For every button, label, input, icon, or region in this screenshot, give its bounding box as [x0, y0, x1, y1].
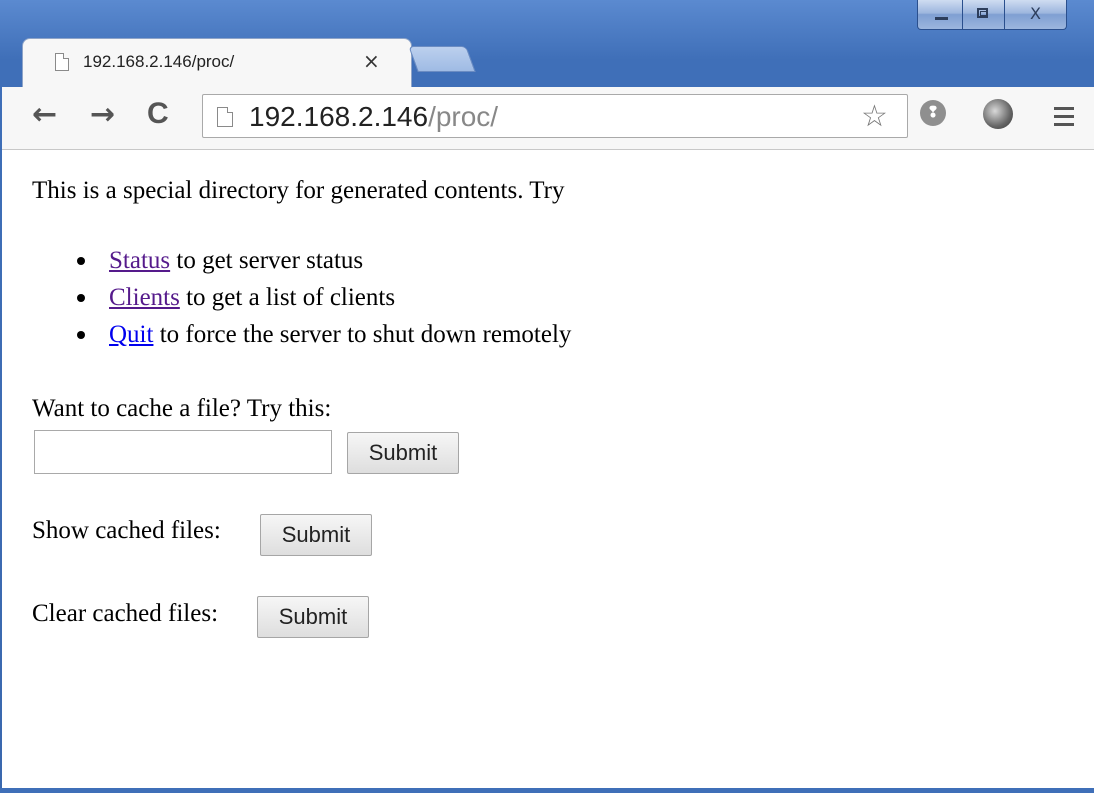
cache-submit-button[interactable]: Submit [347, 432, 459, 474]
url-path: /proc/ [428, 101, 499, 132]
url-host: 192.168.2.146 [249, 101, 429, 132]
menu-hamburger-icon[interactable] [1054, 107, 1074, 131]
url-text[interactable]: 192.168.2.146/proc/ [249, 101, 498, 133]
bookmark-star-icon[interactable]: ☆ [861, 99, 888, 134]
minimize-button[interactable] [917, 0, 963, 30]
show-cached-submit-button[interactable]: Submit [260, 514, 372, 556]
extension-film-reel-icon[interactable] [983, 99, 1013, 129]
tab-close-button[interactable]: × [363, 49, 380, 73]
minimize-icon [935, 17, 948, 20]
window-controls: X [917, 0, 1067, 30]
toolbar: ← → C 192.168.2.146/proc/ ☆ ❢ [2, 87, 1094, 150]
page-content: This is a special directory for generate… [2, 150, 1094, 790]
cache-file-label: Want to cache a file? Try this: [32, 395, 332, 422]
address-bar[interactable]: 192.168.2.146/proc/ ☆ [202, 94, 908, 138]
cache-file-input[interactable] [34, 430, 332, 474]
list-item: Clients to get a list of clients [32, 279, 571, 316]
status-description: to get server status [170, 247, 364, 274]
window-border-bottom [0, 788, 1094, 793]
quit-link[interactable]: Quit [109, 321, 153, 348]
close-window-button[interactable]: X [1005, 0, 1067, 30]
clear-cached-label: Clear cached files: [32, 600, 219, 627]
close-icon: X [1030, 4, 1041, 23]
list-item: Quit to force the server to shut down re… [32, 316, 571, 353]
maximize-icon [977, 8, 988, 18]
list-item: Status to get server status [32, 242, 571, 279]
quit-description: to force the server to shut down remotel… [153, 321, 572, 348]
page-icon [217, 107, 233, 127]
page-icon [55, 53, 69, 71]
status-link[interactable]: Status [109, 247, 170, 274]
extension-speech-bubble-icon[interactable]: ❢ [920, 100, 946, 126]
back-arrow-icon[interactable]: ← [32, 97, 57, 132]
tab-active[interactable]: 192.168.2.146/proc/ × [22, 38, 412, 88]
browser-window: X 192.168.2.146/proc/ × ← → C 192.168.2.… [0, 0, 1094, 793]
clients-link[interactable]: Clients [109, 284, 180, 311]
intro-text: This is a special directory for generate… [32, 177, 565, 204]
link-list: Status to get server status Clients to g… [32, 242, 571, 353]
reload-icon[interactable]: C [147, 97, 169, 131]
clear-cached-submit-button[interactable]: Submit [257, 596, 369, 638]
new-tab-button[interactable] [408, 46, 476, 72]
maximize-button[interactable] [963, 0, 1005, 30]
clients-description: to get a list of clients [179, 284, 396, 311]
show-cached-label: Show cached files: [32, 517, 221, 544]
tab-title: 192.168.2.146/proc/ [83, 52, 235, 71]
forward-arrow-icon[interactable]: → [90, 97, 115, 132]
